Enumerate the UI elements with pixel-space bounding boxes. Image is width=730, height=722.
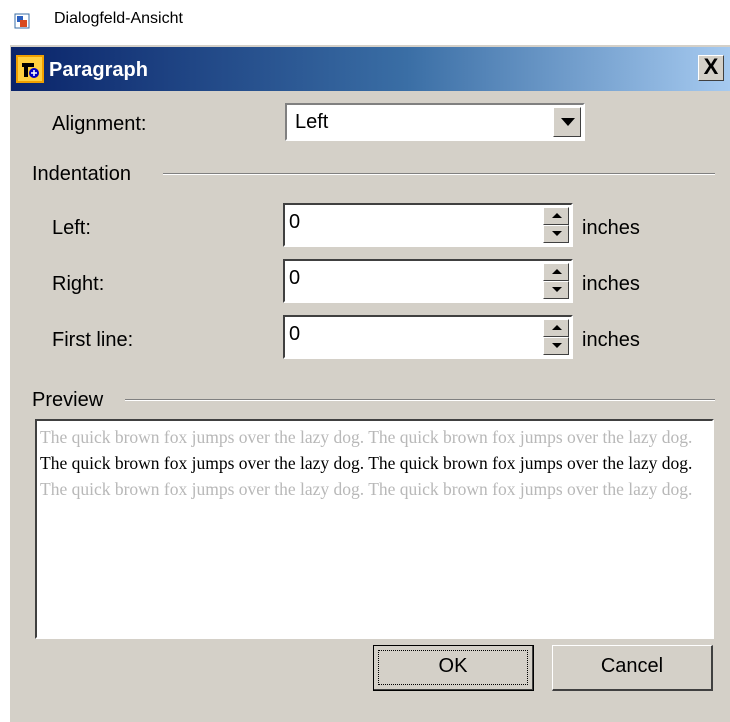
right-indent-up-arrow-icon[interactable] xyxy=(543,263,569,281)
left-indent-label: Left: xyxy=(52,217,91,239)
paragraph-icon xyxy=(16,55,44,83)
cancel-label: Cancel xyxy=(600,655,664,677)
left-indent-stepper[interactable]: 0 xyxy=(283,203,573,247)
window-title: Dialogfeld-Ansicht xyxy=(54,10,183,27)
alignment-select[interactable]: Left xyxy=(285,103,585,141)
preview-paragraph-current: The quick brown fox jumps over the lazy … xyxy=(40,453,693,473)
left-indent-value: 0 xyxy=(289,211,301,233)
preview-box: The quick brown fox jumps over the lazy … xyxy=(35,419,714,639)
preview-paragraph-after: The quick brown fox jumps over the lazy … xyxy=(40,479,693,499)
alignment-label: Alignment: xyxy=(52,113,147,135)
left-indent-unit: inches xyxy=(582,217,640,239)
right-indent-label: Right: xyxy=(52,273,105,295)
alignment-value: Left xyxy=(295,111,329,133)
indentation-divider xyxy=(163,173,715,175)
preview-paragraph-before: The quick brown fox jumps over the lazy … xyxy=(40,427,693,447)
close-button[interactable]: X xyxy=(698,55,724,81)
window-titlebar: Dialogfeld-Ansicht xyxy=(0,0,730,40)
first-line-unit: inches xyxy=(582,329,640,351)
ok-focus-ring xyxy=(378,650,528,685)
first-line-down-arrow-icon[interactable] xyxy=(543,337,569,355)
left-indent-up-arrow-icon[interactable] xyxy=(543,207,569,225)
cancel-button[interactable]: Cancel xyxy=(552,645,713,691)
first-line-value: 0 xyxy=(289,323,301,345)
first-line-label: First line: xyxy=(52,329,134,351)
ok-button[interactable]: OK xyxy=(373,645,534,691)
chevron-down-icon[interactable] xyxy=(553,107,581,137)
first-line-up-arrow-icon[interactable] xyxy=(543,319,569,337)
right-indent-stepper[interactable]: 0 xyxy=(283,259,573,303)
first-line-stepper[interactable]: 0 xyxy=(283,315,573,359)
app-icon xyxy=(14,13,30,29)
paragraph-dialog: Paragraph X Alignment: Left Indentation … xyxy=(9,44,730,722)
left-indent-down-arrow-icon[interactable] xyxy=(543,225,569,243)
dialog-titlebar[interactable]: Paragraph X xyxy=(11,47,730,91)
dialog-title: Paragraph xyxy=(49,59,148,81)
right-indent-down-arrow-icon[interactable] xyxy=(543,281,569,299)
preview-divider xyxy=(125,399,715,401)
right-indent-unit: inches xyxy=(582,273,640,295)
right-indent-value: 0 xyxy=(289,267,301,289)
preview-group-label: Preview xyxy=(32,389,104,411)
indentation-group-label: Indentation xyxy=(32,163,131,185)
